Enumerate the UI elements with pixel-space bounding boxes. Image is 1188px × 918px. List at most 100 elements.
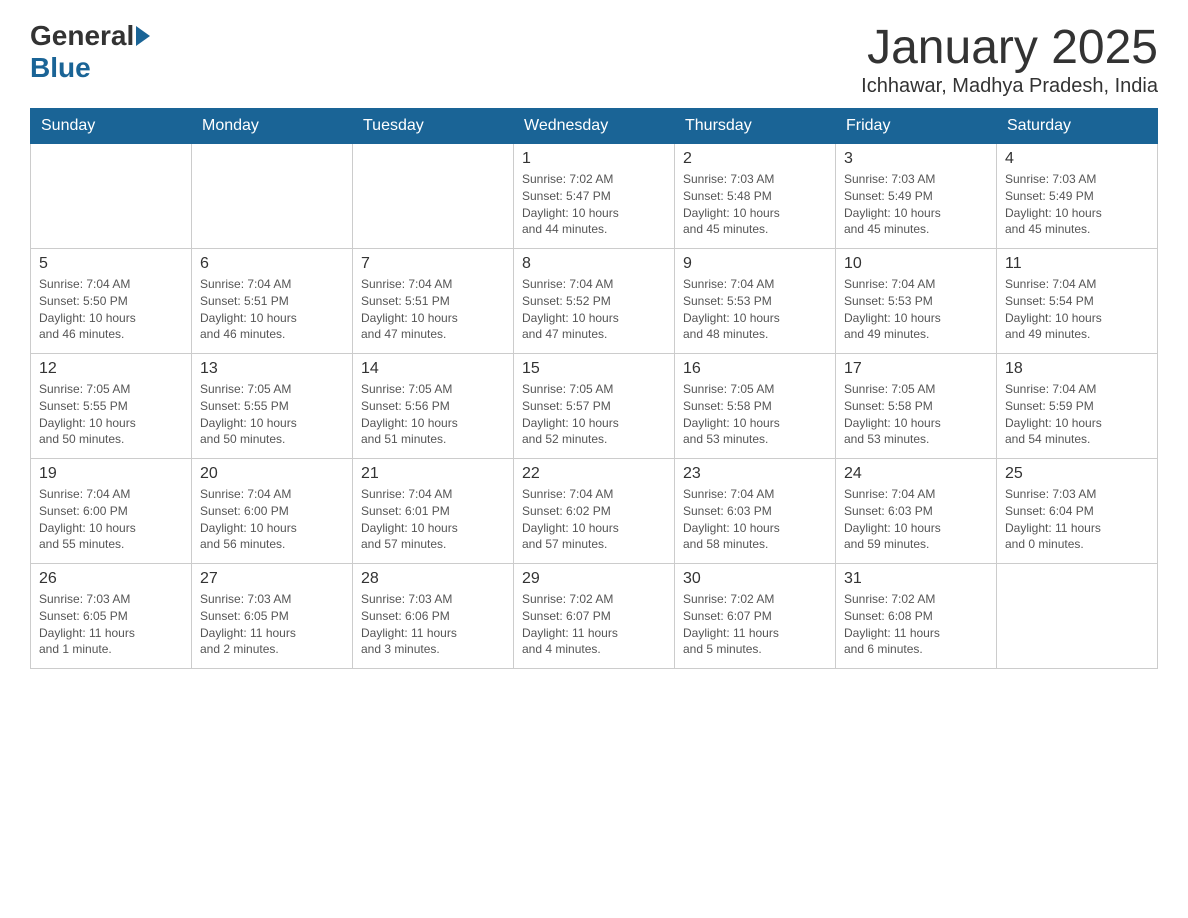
day-number: 13 [200, 360, 344, 378]
weekday-header-thursday: Thursday [675, 109, 836, 144]
day-info: Sunrise: 7:04 AM Sunset: 5:50 PM Dayligh… [39, 276, 183, 343]
day-number: 2 [683, 150, 827, 168]
day-number: 30 [683, 570, 827, 588]
day-number: 3 [844, 150, 988, 168]
calendar-cell: 10Sunrise: 7:04 AM Sunset: 5:53 PM Dayli… [836, 249, 997, 354]
calendar-cell: 29Sunrise: 7:02 AM Sunset: 6:07 PM Dayli… [514, 564, 675, 669]
day-number: 15 [522, 360, 666, 378]
calendar-cell: 7 Sunrise: 7:04 AM Sunset: 5:51 PM Daylig… [353, 249, 514, 354]
day-info: Sunrise: 7:04 AM Sunset: 5:51 PM Dayligh… [361, 276, 505, 343]
calendar-cell: 24Sunrise: 7:04 AM Sunset: 6:03 PM Dayli… [836, 459, 997, 564]
location-text: Ichhawar, Madhya Pradesh, India [861, 75, 1158, 98]
day-number: 7 [361, 255, 505, 273]
calendar-cell: 17Sunrise: 7:05 AM Sunset: 5:58 PM Dayli… [836, 354, 997, 459]
calendar-cell: 22 Sunrise: 7:04 AM Sunset: 6:02 PM Dayli… [514, 459, 675, 564]
week-row-1: 1 Sunrise: 7:02 AM Sunset: 5:47 PM Daylig… [31, 144, 1158, 249]
calendar-cell: 19 Sunrise: 7:04 AM Sunset: 6:00 PM Dayli… [31, 459, 192, 564]
calendar-cell [353, 144, 514, 249]
calendar-table: SundayMondayTuesdayWednesdayThursdayFrid… [30, 108, 1158, 669]
day-info: Sunrise: 7:05 AM Sunset: 5:55 PM Dayligh… [200, 381, 344, 448]
day-info: Sunrise: 7:04 AM Sunset: 5:53 PM Dayligh… [683, 276, 827, 343]
day-info: Sunrise: 7:02 AM Sunset: 6:07 PM Dayligh… [683, 591, 827, 658]
day-info: Sunrise: 7:03 AM Sunset: 5:48 PM Dayligh… [683, 171, 827, 238]
day-number: 24 [844, 465, 988, 483]
calendar-cell: 4Sunrise: 7:03 AM Sunset: 5:49 PM Daylig… [997, 144, 1158, 249]
title-section: January 2025 Ichhawar, Madhya Pradesh, I… [861, 20, 1158, 98]
logo: General Blue [30, 20, 152, 84]
day-info: Sunrise: 7:04 AM Sunset: 6:01 PM Dayligh… [361, 486, 505, 553]
logo-blue-text: Blue [30, 52, 91, 84]
day-number: 10 [844, 255, 988, 273]
month-title: January 2025 [861, 20, 1158, 75]
day-info: Sunrise: 7:05 AM Sunset: 5:58 PM Dayligh… [844, 381, 988, 448]
day-info: Sunrise: 7:04 AM Sunset: 5:59 PM Dayligh… [1005, 381, 1149, 448]
calendar-cell: 16Sunrise: 7:05 AM Sunset: 5:58 PM Dayli… [675, 354, 836, 459]
day-info: Sunrise: 7:04 AM Sunset: 6:00 PM Dayligh… [39, 486, 183, 553]
calendar-cell: 21 Sunrise: 7:04 AM Sunset: 6:01 PM Dayli… [353, 459, 514, 564]
weekday-header-tuesday: Tuesday [353, 109, 514, 144]
day-number: 1 [522, 150, 666, 168]
day-info: Sunrise: 7:04 AM Sunset: 5:51 PM Dayligh… [200, 276, 344, 343]
day-number: 28 [361, 570, 505, 588]
day-info: Sunrise: 7:04 AM Sunset: 6:02 PM Dayligh… [522, 486, 666, 553]
day-info: Sunrise: 7:03 AM Sunset: 5:49 PM Dayligh… [1005, 171, 1149, 238]
week-row-2: 5 Sunrise: 7:04 AM Sunset: 5:50 PM Daylig… [31, 249, 1158, 354]
calendar-cell: 8Sunrise: 7:04 AM Sunset: 5:52 PM Daylig… [514, 249, 675, 354]
calendar-cell [997, 564, 1158, 669]
calendar-cell: 12 Sunrise: 7:05 AM Sunset: 5:55 PM Dayli… [31, 354, 192, 459]
calendar-cell: 6 Sunrise: 7:04 AM Sunset: 5:51 PM Daylig… [192, 249, 353, 354]
day-info: Sunrise: 7:02 AM Sunset: 5:47 PM Dayligh… [522, 171, 666, 238]
day-info: Sunrise: 7:02 AM Sunset: 6:08 PM Dayligh… [844, 591, 988, 658]
calendar-cell: 2 Sunrise: 7:03 AM Sunset: 5:48 PM Daylig… [675, 144, 836, 249]
day-info: Sunrise: 7:02 AM Sunset: 6:07 PM Dayligh… [522, 591, 666, 658]
day-number: 6 [200, 255, 344, 273]
calendar-cell: 15 Sunrise: 7:05 AM Sunset: 5:57 PM Dayli… [514, 354, 675, 459]
day-number: 12 [39, 360, 183, 378]
day-number: 25 [1005, 465, 1149, 483]
calendar-cell: 20 Sunrise: 7:04 AM Sunset: 6:00 PM Dayli… [192, 459, 353, 564]
day-number: 21 [361, 465, 505, 483]
day-info: Sunrise: 7:04 AM Sunset: 5:54 PM Dayligh… [1005, 276, 1149, 343]
day-info: Sunrise: 7:05 AM Sunset: 5:57 PM Dayligh… [522, 381, 666, 448]
day-number: 22 [522, 465, 666, 483]
calendar-cell: 28 Sunrise: 7:03 AM Sunset: 6:06 PM Dayli… [353, 564, 514, 669]
calendar-cell: 31Sunrise: 7:02 AM Sunset: 6:08 PM Dayli… [836, 564, 997, 669]
day-info: Sunrise: 7:03 AM Sunset: 6:05 PM Dayligh… [39, 591, 183, 658]
weekday-header-wednesday: Wednesday [514, 109, 675, 144]
day-number: 19 [39, 465, 183, 483]
calendar-cell [192, 144, 353, 249]
calendar-cell: 5 Sunrise: 7:04 AM Sunset: 5:50 PM Daylig… [31, 249, 192, 354]
calendar-cell: 23Sunrise: 7:04 AM Sunset: 6:03 PM Dayli… [675, 459, 836, 564]
week-row-5: 26 Sunrise: 7:03 AM Sunset: 6:05 PM Dayli… [31, 564, 1158, 669]
week-row-3: 12 Sunrise: 7:05 AM Sunset: 5:55 PM Dayli… [31, 354, 1158, 459]
calendar-cell [31, 144, 192, 249]
day-number: 26 [39, 570, 183, 588]
logo-arrow-icon [136, 26, 150, 46]
logo-general-text: General [30, 20, 134, 52]
weekday-header-friday: Friday [836, 109, 997, 144]
day-info: Sunrise: 7:03 AM Sunset: 6:04 PM Dayligh… [1005, 486, 1149, 553]
calendar-cell: 13 Sunrise: 7:05 AM Sunset: 5:55 PM Dayli… [192, 354, 353, 459]
calendar-cell: 26 Sunrise: 7:03 AM Sunset: 6:05 PM Dayli… [31, 564, 192, 669]
day-number: 23 [683, 465, 827, 483]
calendar-cell: 18Sunrise: 7:04 AM Sunset: 5:59 PM Dayli… [997, 354, 1158, 459]
weekday-header-saturday: Saturday [997, 109, 1158, 144]
day-info: Sunrise: 7:04 AM Sunset: 6:00 PM Dayligh… [200, 486, 344, 553]
day-info: Sunrise: 7:03 AM Sunset: 5:49 PM Dayligh… [844, 171, 988, 238]
day-info: Sunrise: 7:05 AM Sunset: 5:56 PM Dayligh… [361, 381, 505, 448]
day-number: 20 [200, 465, 344, 483]
weekday-header-row: SundayMondayTuesdayWednesdayThursdayFrid… [31, 109, 1158, 144]
calendar-cell: 25 Sunrise: 7:03 AM Sunset: 6:04 PM Dayli… [997, 459, 1158, 564]
calendar-cell: 9 Sunrise: 7:04 AM Sunset: 5:53 PM Daylig… [675, 249, 836, 354]
day-info: Sunrise: 7:03 AM Sunset: 6:05 PM Dayligh… [200, 591, 344, 658]
weekday-header-monday: Monday [192, 109, 353, 144]
day-info: Sunrise: 7:03 AM Sunset: 6:06 PM Dayligh… [361, 591, 505, 658]
week-row-4: 19 Sunrise: 7:04 AM Sunset: 6:00 PM Dayli… [31, 459, 1158, 564]
calendar-cell: 3 Sunrise: 7:03 AM Sunset: 5:49 PM Daylig… [836, 144, 997, 249]
day-number: 5 [39, 255, 183, 273]
day-number: 9 [683, 255, 827, 273]
day-info: Sunrise: 7:05 AM Sunset: 5:58 PM Dayligh… [683, 381, 827, 448]
day-info: Sunrise: 7:05 AM Sunset: 5:55 PM Dayligh… [39, 381, 183, 448]
day-info: Sunrise: 7:04 AM Sunset: 5:52 PM Dayligh… [522, 276, 666, 343]
calendar-cell: 30 Sunrise: 7:02 AM Sunset: 6:07 PM Dayli… [675, 564, 836, 669]
